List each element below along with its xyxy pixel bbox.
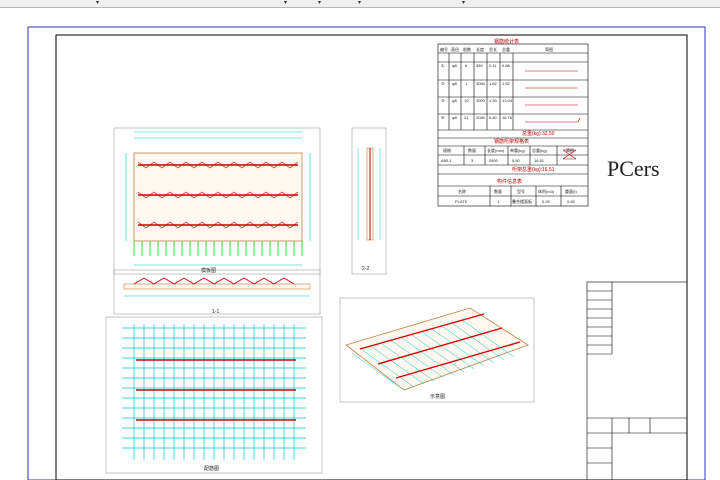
iso-view: 示意图	[339, 297, 535, 403]
table3-header: 体积(m3)	[538, 189, 555, 194]
table1-cell: 2080	[476, 115, 485, 120]
table1-cell: φ8	[452, 115, 457, 120]
table1-cell: 3060	[476, 81, 485, 86]
toolbar-dropdown-arrow-3[interactable]: ▾	[318, 0, 321, 7]
table1-cell: 380	[476, 63, 483, 68]
table1-header: 根数	[463, 47, 471, 52]
table1-header: 简图	[545, 47, 553, 52]
table3-cell: 0.65	[567, 199, 575, 204]
title-block	[586, 281, 688, 480]
table1-cell: 16.76	[502, 115, 513, 120]
plan-view-label: 模板图	[201, 267, 216, 274]
watermark-text: PCers	[607, 156, 660, 181]
table1-cell: 10	[464, 98, 469, 103]
table1-cell: ③	[441, 98, 445, 103]
side-view: 2-2	[351, 127, 387, 275]
table1-cell: φ8	[452, 81, 457, 86]
table1-header: 长度	[476, 47, 484, 52]
table2-cell: 3	[471, 158, 474, 163]
cad-drawing-canvas[interactable]: 模板图 2-2 1-1 配筋图 示意图 钢筋统计表 编号 直径 根数 长度 总长…	[0, 8, 720, 480]
table2-header: 长度(mm)	[487, 148, 505, 153]
drawing-svg: 模板图 2-2 1-1 配筋图 示意图	[27, 26, 706, 480]
table3-cell: PLATE	[455, 199, 468, 204]
plan-view: 模板图	[113, 127, 321, 275]
table3-header: 重量(t)	[565, 189, 577, 194]
table1-total: 总重(kg):32.50	[522, 131, 555, 137]
table2-header: 简图	[566, 148, 574, 153]
rebar-view-label: 配筋图	[204, 465, 219, 472]
table2-header: 单重(kg)	[510, 148, 525, 153]
toolbar-dropdown-arrow-4[interactable]: ▾	[358, 0, 361, 7]
table2-total: 桁架总重(kg):16.51	[512, 167, 555, 173]
toolbar-dropdown-arrow-5[interactable]: ▾	[462, 0, 465, 7]
table1-cell: 1.30	[489, 98, 497, 103]
table1-cell: ④	[441, 115, 445, 120]
table2-cell: A80-1	[441, 158, 452, 163]
cad-toolbar: ▾ ▾ ▾ ▾ ▾	[0, 0, 720, 8]
table3-title: 构件信息表	[497, 179, 523, 185]
table3-header: 型号	[517, 189, 525, 194]
table1-cell: 1.82	[489, 81, 497, 86]
table1-cell: ②	[441, 81, 445, 86]
toolbar-dropdown-arrow-1[interactable]: ▾	[96, 0, 99, 7]
section-view-label: 1-1	[212, 309, 219, 315]
table2-cell: 16.51	[534, 158, 545, 163]
iso-view-label: 示意图	[430, 393, 445, 400]
table2-cell: 2800	[489, 158, 498, 163]
table1-header: 总重	[502, 47, 510, 52]
table1-cell: 3000	[476, 98, 485, 103]
table1-cell: 21	[464, 115, 469, 120]
table2-header: 规格	[443, 148, 451, 153]
section-view: 1-1	[113, 269, 321, 315]
table3-header: 名称	[458, 189, 466, 194]
table1-cell: φ8	[452, 63, 457, 68]
table1-cell: φ8	[452, 98, 457, 103]
table2-header: 数量	[468, 148, 476, 153]
table2-cell: 5.50	[512, 158, 520, 163]
side-view-label: 2-2	[362, 266, 369, 272]
table1-cell: ①	[441, 63, 445, 68]
table3-header: 数量	[494, 189, 502, 194]
table1-header: 编号	[440, 47, 448, 52]
inner-frame	[55, 34, 688, 480]
table1-cell: 1	[465, 81, 468, 86]
rebar-view: 配筋图	[105, 316, 323, 474]
table3-cell: 0.26	[542, 199, 550, 204]
table1-cell: 0.80	[489, 115, 497, 120]
outer-frame	[27, 26, 706, 480]
table1-cell: 1.82	[502, 81, 510, 86]
table3-cell: 叠合楼面板	[512, 199, 532, 204]
table1-cell: 6	[465, 63, 468, 68]
table1-title: 钢筋统计表	[494, 39, 520, 45]
table1-header: 总长	[489, 47, 497, 52]
table3-cell: 1	[497, 199, 500, 204]
toolbar-dropdown-arrow-2[interactable]: ▾	[284, 0, 287, 7]
table1-cell: 0.88	[502, 63, 510, 68]
table2-header: 总重(kg)	[532, 148, 547, 153]
table2-title: 钢筋桁架规格表	[494, 139, 530, 145]
table1-cell: 13.04	[502, 98, 513, 103]
table1-cell: 0.11	[489, 63, 497, 68]
table1-header: 直径	[451, 47, 459, 52]
